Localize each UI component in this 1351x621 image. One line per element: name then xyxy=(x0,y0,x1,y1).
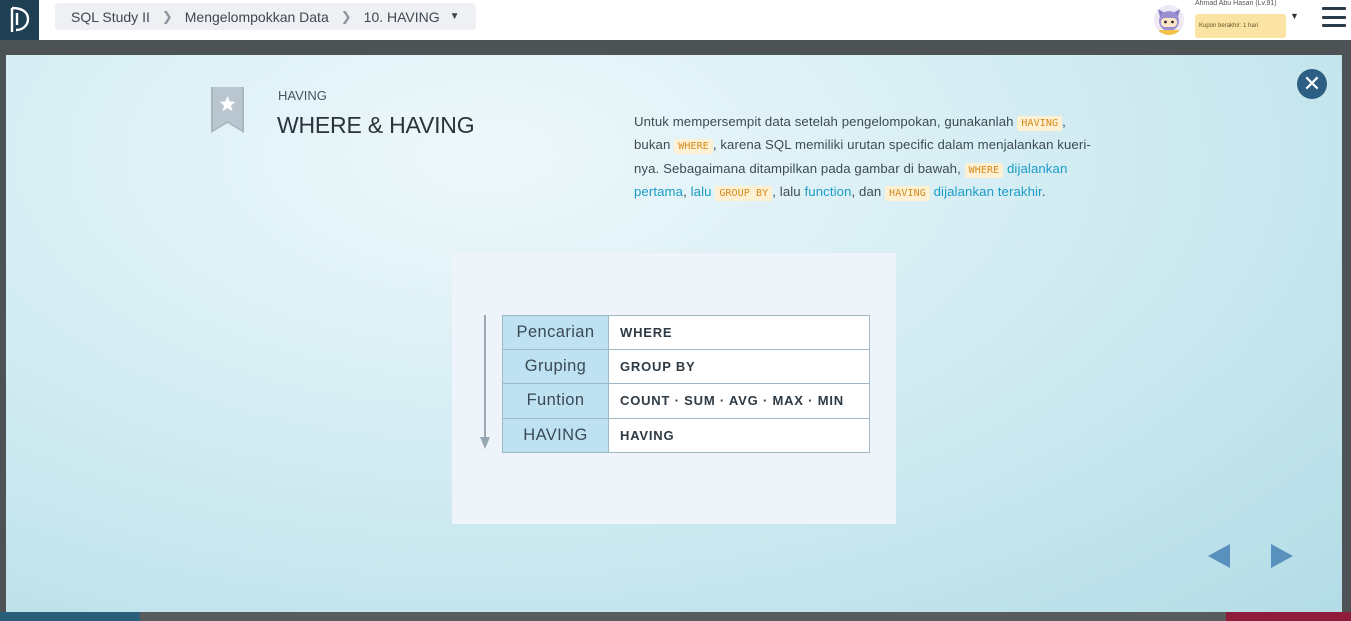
clause-cell: HAVING xyxy=(608,417,870,453)
slide-title: WHERE & HAVING xyxy=(277,112,475,138)
clause-cell: COUNT · SUM · AVG · MAX · MIN xyxy=(608,383,870,419)
slide-label: HAVING xyxy=(278,88,327,103)
chevron-right-icon: ❯ xyxy=(161,8,173,24)
top-bar: SQL Study II ❯ Mengelompokkan Data ❯ 10.… xyxy=(0,0,1351,40)
star-bookmark-icon xyxy=(211,87,244,133)
logo[interactable] xyxy=(0,0,39,40)
highlight-text: function xyxy=(804,183,852,199)
breadcrumb-lesson[interactable]: 10. HAVING xyxy=(364,9,440,25)
caret-down-icon[interactable]: ▼ xyxy=(1290,11,1299,21)
arrow-down-icon xyxy=(480,437,490,449)
table-row: Gruping GROUP BY xyxy=(502,349,870,385)
desc-text: , xyxy=(683,183,691,199)
coupon-badge: Kupon berakhir: 1 hari xyxy=(1195,14,1286,38)
order-arrow xyxy=(484,315,486,439)
slide-description: Untuk mempersempit data setelah pengelom… xyxy=(634,111,1104,204)
table-row: HAVING HAVING xyxy=(502,417,870,453)
breadcrumb: SQL Study II ❯ Mengelompokkan Data ❯ 10.… xyxy=(55,3,476,30)
hamburger-icon[interactable] xyxy=(1322,7,1346,27)
close-button[interactable]: ✕ xyxy=(1297,69,1327,99)
stage-cell: Gruping xyxy=(502,349,609,385)
stage-cell: Pencarian xyxy=(502,314,609,351)
inline-code: HAVING xyxy=(885,185,930,201)
execution-order-diagram: Pencarian WHERE Gruping GROUP BY Funtion… xyxy=(452,253,896,524)
background-strip-bottom xyxy=(140,612,1230,621)
avatar-icon xyxy=(1158,9,1180,35)
table-row: Pencarian WHERE xyxy=(502,314,870,351)
desc-text: Untuk mempersempit data setelah pengelom… xyxy=(634,114,1018,129)
logo-icon xyxy=(10,6,29,32)
caret-down-icon[interactable]: ▼ xyxy=(450,11,460,22)
stage-cell: HAVING xyxy=(502,417,609,453)
inline-code: WHERE xyxy=(674,139,713,155)
inline-code: HAVING xyxy=(1017,116,1063,131)
stage-cell: Funtion xyxy=(502,383,609,419)
chevron-right-icon: ❯ xyxy=(340,8,352,24)
desc-text: , lalu xyxy=(772,183,805,199)
avatar[interactable] xyxy=(1154,5,1184,35)
background-strip-left xyxy=(0,612,140,621)
arrow-right-icon[interactable] xyxy=(1271,544,1293,568)
desc-text: . xyxy=(1041,183,1046,199)
user-menu[interactable]: Ahmad Abu Hasan (Lv.91) Kupon berakhir: … xyxy=(1152,0,1302,40)
breadcrumb-course[interactable]: SQL Study II xyxy=(71,9,150,25)
breadcrumb-chapter[interactable]: Mengelompokkan Data xyxy=(185,9,329,25)
table-row: Funtion COUNT · SUM · AVG · MAX · MIN xyxy=(502,383,870,419)
desc-text: , dan xyxy=(851,183,886,199)
background-strip-right xyxy=(1226,612,1351,621)
lesson-slide-modal: HAVING WHERE & HAVING ✕ Untuk mempersemp… xyxy=(6,55,1342,612)
clause-cell: GROUP BY xyxy=(608,349,870,385)
inline-code: GROUP BY xyxy=(715,185,773,201)
inline-code: WHERE xyxy=(964,162,1004,178)
user-name[interactable]: Ahmad Abu Hasan (Lv.91) xyxy=(1195,0,1277,7)
close-icon: ✕ xyxy=(1302,71,1322,96)
arrow-left-icon[interactable] xyxy=(1208,544,1230,568)
execution-order-table: Pencarian WHERE Gruping GROUP BY Funtion… xyxy=(502,314,870,453)
clause-cell: WHERE xyxy=(608,314,870,351)
highlight-text: dijalankan terakhir xyxy=(933,183,1042,199)
highlight-text: lalu xyxy=(690,183,712,199)
